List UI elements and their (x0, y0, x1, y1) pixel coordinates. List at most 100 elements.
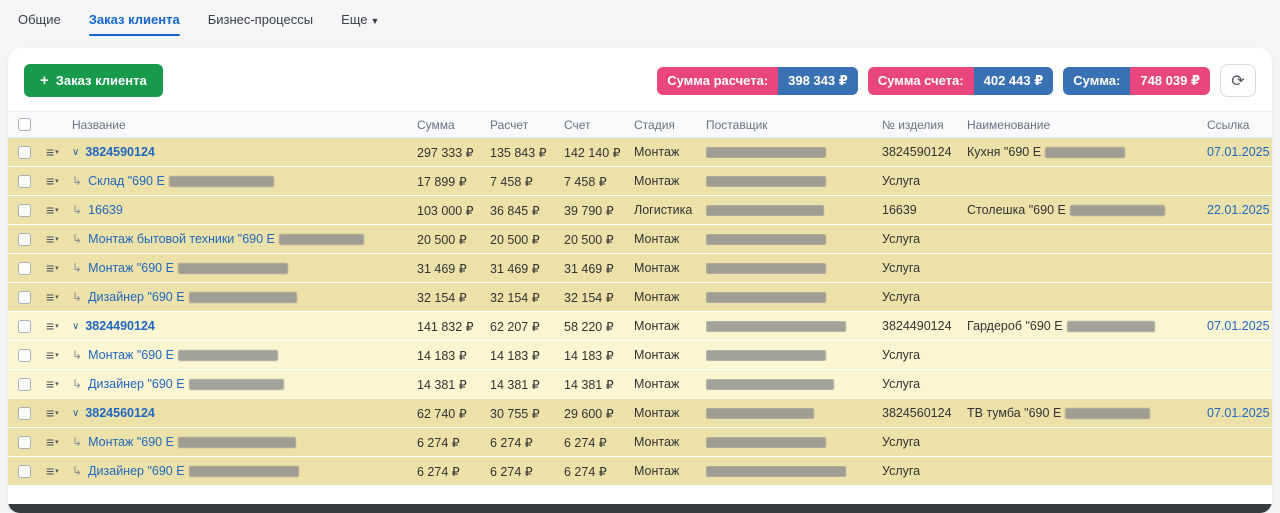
row-calc-cell: 31 469 ₽ (490, 261, 564, 276)
row-stage-cell: Монтаж (634, 406, 706, 420)
select-all-checkbox[interactable] (18, 118, 31, 131)
redacted-name (178, 263, 288, 274)
product-name-text: Кухня "690 Е (967, 145, 1041, 159)
main-card: + Заказ клиента Сумма расчета:398 343 ₽ … (8, 48, 1272, 513)
row-menu-button[interactable]: ≡▾ (46, 377, 59, 391)
row-menu-cell: ≡▾ (46, 290, 72, 304)
row-link-cell: 07.01.2025 (1207, 145, 1272, 159)
order-name-link[interactable]: 3824560124 (85, 406, 155, 420)
add-order-button[interactable]: + Заказ клиента (24, 64, 163, 97)
row-sum-cell: 6 274 ₽ (417, 435, 490, 450)
bottom-scrollbar-strip[interactable] (8, 504, 1272, 513)
row-menu-button[interactable]: ≡▾ (46, 261, 59, 275)
col-header-stage[interactable]: Стадия (634, 118, 706, 132)
row-checkbox[interactable] (18, 407, 31, 420)
row-menu-button[interactable]: ≡▾ (46, 232, 59, 246)
row-link-cell: 07.01.2025 (1207, 406, 1272, 420)
tab-more[interactable]: Еще▼ (341, 12, 379, 36)
refresh-button[interactable]: ⟳ (1220, 64, 1256, 97)
badge-sum-calculation[interactable]: Сумма расчета:398 343 ₽ (657, 67, 858, 95)
date-link[interactable]: 07.01.2025 (1207, 406, 1270, 420)
row-stage-cell: Монтаж (634, 319, 706, 333)
item-name-link[interactable]: 16639 (88, 203, 123, 217)
col-header-name[interactable]: Название (72, 118, 417, 132)
col-header-link[interactable]: Ссылка (1207, 118, 1272, 132)
redacted-supplier (706, 234, 826, 245)
child-arrow-icon: ↳ (72, 232, 82, 246)
item-name-link[interactable]: Монтаж "690 Е (88, 435, 174, 449)
col-header-item-no[interactable]: № изделия (882, 118, 967, 132)
row-checkbox[interactable] (18, 378, 31, 391)
col-header-product[interactable]: Наименование (967, 118, 1207, 132)
order-name-link[interactable]: 3824490124 (85, 319, 155, 333)
row-stage-cell: Монтаж (634, 145, 706, 159)
order-name-link[interactable]: 3824590124 (85, 145, 155, 159)
tab-customer-order[interactable]: Заказ клиента (89, 12, 180, 36)
table-row: ≡▾↳16639103 000 ₽36 845 ₽39 790 ₽Логисти… (8, 196, 1272, 225)
hamburger-icon: ≡ (46, 232, 54, 246)
date-link[interactable]: 07.01.2025 (1207, 319, 1270, 333)
row-sum-cell: 62 740 ₽ (417, 406, 490, 421)
tab-general[interactable]: Общие (18, 12, 61, 36)
row-name-cell: ↳Склад "690 Е (72, 174, 417, 188)
expand-chevron-icon[interactable]: ∨ (72, 408, 79, 419)
expand-chevron-icon[interactable]: ∨ (72, 321, 79, 332)
row-menu-button[interactable]: ≡▾ (46, 464, 59, 478)
row-menu-button[interactable]: ≡▾ (46, 290, 59, 304)
date-link[interactable]: 22.01.2025 (1207, 203, 1270, 217)
item-name-link[interactable]: Монтаж "690 Е (88, 348, 174, 362)
item-name-link[interactable]: Дизайнер "690 Е (88, 464, 185, 478)
row-invoice-cell: 20 500 ₽ (564, 232, 634, 247)
row-checkbox[interactable] (18, 465, 31, 478)
row-item-no-cell: Услуга (882, 290, 967, 304)
badge-value: 402 443 ₽ (974, 67, 1054, 95)
badge-sum-total[interactable]: Сумма:748 039 ₽ (1063, 67, 1210, 95)
row-checkbox[interactable] (18, 262, 31, 275)
row-menu-button[interactable]: ≡▾ (46, 145, 59, 159)
expand-chevron-icon[interactable]: ∨ (72, 147, 79, 158)
tab-business-processes[interactable]: Бизнес-процессы (208, 12, 313, 36)
row-item-no-cell: 3824490124 (882, 319, 967, 333)
col-header-sum[interactable]: Сумма (417, 118, 490, 132)
row-menu-cell: ≡▾ (46, 464, 72, 478)
row-sum-cell: 6 274 ₽ (417, 464, 490, 479)
row-menu-button[interactable]: ≡▾ (46, 174, 59, 188)
row-checkbox[interactable] (18, 349, 31, 362)
date-link[interactable]: 07.01.2025 (1207, 145, 1270, 159)
row-menu-button[interactable]: ≡▾ (46, 348, 59, 362)
col-header-calc[interactable]: Расчет (490, 118, 564, 132)
row-checkbox[interactable] (18, 204, 31, 217)
row-checkbox[interactable] (18, 320, 31, 333)
row-supplier-cell (706, 350, 882, 361)
redacted-supplier (706, 321, 846, 332)
row-invoice-cell: 6 274 ₽ (564, 464, 634, 479)
item-name-link[interactable]: Дизайнер "690 Е (88, 290, 185, 304)
redacted-name (189, 292, 297, 303)
badge-label: Сумма: (1063, 67, 1130, 95)
row-calc-cell: 6 274 ₽ (490, 435, 564, 450)
row-menu-button[interactable]: ≡▾ (46, 203, 59, 217)
row-checkbox[interactable] (18, 175, 31, 188)
item-name-link[interactable]: Монтаж бытовой техники "690 Е (88, 232, 275, 246)
row-menu-button[interactable]: ≡▾ (46, 435, 59, 449)
row-checkbox[interactable] (18, 146, 31, 159)
row-checkbox[interactable] (18, 291, 31, 304)
row-stage-cell: Монтаж (634, 435, 706, 449)
table-row: ≡▾∨3824490124141 832 ₽62 207 ₽58 220 ₽Мо… (8, 312, 1272, 341)
row-item-no-cell: Услуга (882, 464, 967, 478)
row-checkbox[interactable] (18, 436, 31, 449)
row-menu-button[interactable]: ≡▾ (46, 319, 59, 333)
item-name-link[interactable]: Монтаж "690 Е (88, 261, 174, 275)
badge-sum-invoice[interactable]: Сумма счета:402 443 ₽ (868, 67, 1053, 95)
col-header-supplier[interactable]: Поставщик (706, 118, 882, 132)
row-menu-button[interactable]: ≡▾ (46, 406, 59, 420)
col-header-invoice[interactable]: Счет (564, 118, 634, 132)
row-sum-cell: 32 154 ₽ (417, 290, 490, 305)
row-item-no-cell: Услуга (882, 261, 967, 275)
item-name-link[interactable]: Дизайнер "690 Е (88, 377, 185, 391)
item-name-link[interactable]: Склад "690 Е (88, 174, 165, 188)
row-checkbox[interactable] (18, 233, 31, 246)
row-stage-cell: Монтаж (634, 290, 706, 304)
caret-down-icon: ▾ (55, 352, 59, 359)
row-checkbox-cell (18, 378, 46, 391)
